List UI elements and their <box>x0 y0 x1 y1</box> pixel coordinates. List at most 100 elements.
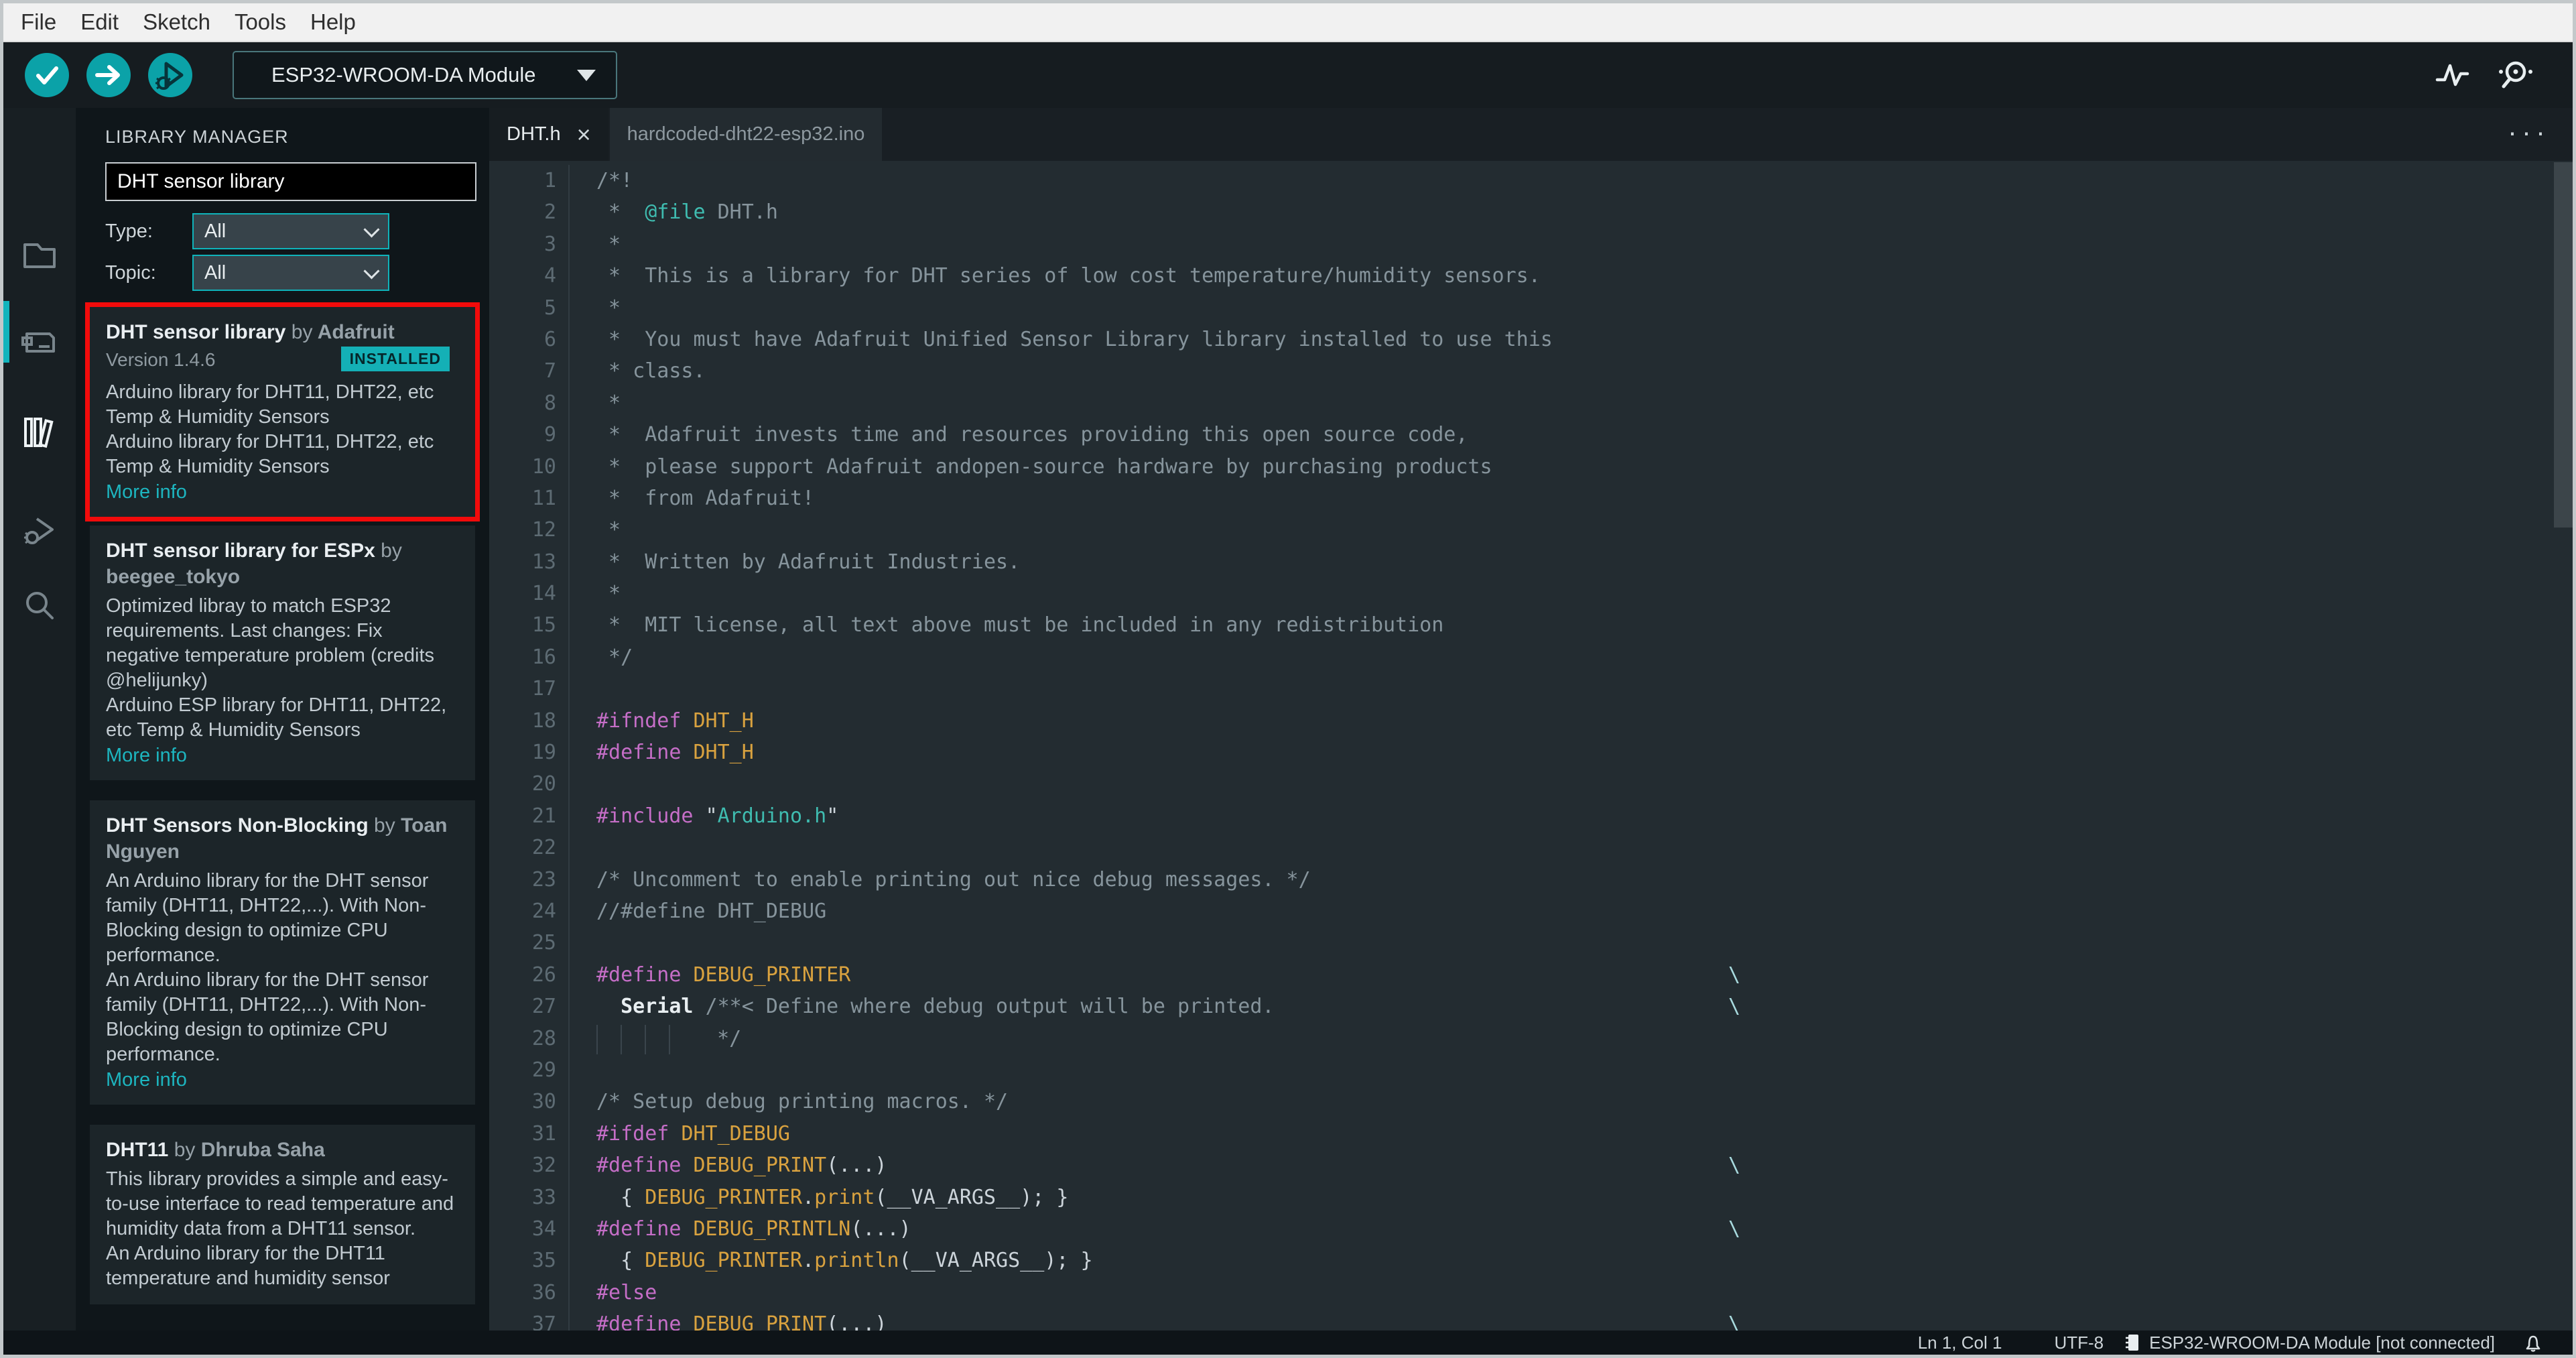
code-line[interactable]: 3 * <box>489 228 2573 261</box>
code-token: * Written by Adafruit Industries. <box>596 550 1021 574</box>
more-info-link[interactable]: More info <box>106 481 459 503</box>
code-token: /*! <box>596 169 633 192</box>
code-line[interactable]: 13 * Written by Adafruit Industries. <box>489 546 2573 578</box>
library-search-input[interactable] <box>105 162 476 201</box>
code-line[interactable]: 33 { DEBUG_PRINTER.print(__VA_ARGS__); } <box>489 1181 2573 1213</box>
code-line[interactable]: 34 #define DEBUG_PRINTLN(...) \ <box>489 1213 2573 1245</box>
editor-scrollbar[interactable] <box>2554 162 2573 1331</box>
code-line[interactable]: 1 /*! <box>489 165 2573 197</box>
cursor-position: Ln 1, Col 1 <box>1917 1332 2002 1353</box>
sidebar-item-boards-manager[interactable] <box>3 306 76 379</box>
menu-file[interactable]: File <box>9 9 68 35</box>
code-token: #define <box>596 1312 694 1331</box>
code-line[interactable]: 22 <box>489 832 2573 864</box>
caret-down-icon <box>577 69 596 81</box>
code-line[interactable]: 21 #include "Arduino.h" <box>489 800 2573 832</box>
code-line[interactable]: 25 <box>489 927 2573 959</box>
code-line[interactable]: 7 * class. <box>489 355 2573 387</box>
library-description: Arduino library for DHT11, DHT22, etc Te… <box>106 380 459 479</box>
scrollbar-thumb[interactable] <box>2554 162 2573 528</box>
code-line[interactable]: 35 { DEBUG_PRINTER.println(__VA_ARGS__);… <box>489 1245 2573 1277</box>
code-line[interactable]: 29 <box>489 1054 2573 1087</box>
code-token: #ifdef <box>596 1121 682 1146</box>
indent-guide <box>645 1024 669 1054</box>
code-line[interactable]: 17 <box>489 673 2573 705</box>
line-number: 13 <box>489 546 570 578</box>
tab-close-icon[interactable]: × <box>577 122 591 147</box>
library-entry[interactable]: DHT sensor library for ESPx by beegee_to… <box>90 526 475 780</box>
tab-hardcoded-dht22-esp32-ino[interactable]: hardcoded-dht22-esp32.ino <box>609 108 883 161</box>
board-status[interactable]: ESP32-WROOM-DA Module [not connected] <box>2149 1333 2495 1353</box>
line-number: 12 <box>489 514 570 546</box>
code-line[interactable]: 10 * please support Adafruit andopen-sou… <box>489 450 2573 483</box>
code-line[interactable]: 11 * from Adafruit! <box>489 482 2573 515</box>
more-info-link[interactable]: More info <box>106 1069 459 1091</box>
code-lines: 1/*! 2 * @file DHT.h 3 * 4 * This is a libr… <box>489 161 2573 1331</box>
verify-button[interactable] <box>25 53 69 97</box>
line-number: 21 <box>489 800 570 832</box>
line-continuation: \ <box>1728 1312 1741 1331</box>
code-line[interactable]: 12 * <box>489 514 2573 546</box>
description-paragraph: An Arduino library for the DHT11 tempera… <box>106 1243 390 1289</box>
code-line[interactable]: 24 //#define DHT_DEBUG <box>489 895 2573 928</box>
code-line[interactable]: 8 * <box>489 387 2573 420</box>
library-entry[interactable]: DHT sensor library by Adafruit Version 1.… <box>90 307 475 517</box>
code-line[interactable]: 27 Serial /**< Define where debug output… <box>489 991 2573 1023</box>
code-line[interactable]: 30 /* Setup debug printing macros. */ <box>489 1086 2573 1118</box>
arrow-right-icon <box>86 53 131 97</box>
menu-sketch[interactable]: Sketch <box>131 9 222 35</box>
code-line[interactable]: 20 <box>489 768 2573 800</box>
code-token: DEBUG_PRINT <box>693 1312 827 1331</box>
more-info-link[interactable]: More info <box>106 745 459 767</box>
topic-filter-select[interactable]: All <box>192 255 389 291</box>
tab-dht-h[interactable]: DHT.h × <box>489 108 608 161</box>
code-line[interactable]: 16 */ <box>489 641 2573 674</box>
menu-help[interactable]: Help <box>298 9 368 35</box>
board-selector[interactable]: ESP32-WROOM-DA Module <box>233 51 617 99</box>
serial-monitor-button[interactable] <box>2496 58 2535 92</box>
type-filter-select[interactable]: All <box>192 213 389 249</box>
library-entry[interactable]: DHT11 by Dhruba Saha This library provide… <box>90 1125 475 1304</box>
line-number: 8 <box>489 387 570 420</box>
library-name: DHT11 <box>106 1139 169 1161</box>
code-line[interactable]: 9 * Adafruit invests time and resources … <box>489 419 2573 451</box>
library-entry[interactable]: DHT Sensors Non-Blocking by Toan Nguyen A… <box>90 800 475 1105</box>
code-line[interactable]: 6 * You must have Adafruit Unified Senso… <box>489 323 2573 356</box>
line-number: 37 <box>489 1308 570 1331</box>
description-paragraph: Arduino library for DHT11, DHT22, etc Te… <box>106 381 434 428</box>
code-line[interactable]: 4 * This is a library for DHT series of … <box>489 260 2573 292</box>
code-line[interactable]: 31 #ifdef DHT_DEBUG <box>489 1117 2573 1150</box>
sidebar-item-library-manager[interactable] <box>3 396 76 470</box>
debug-button[interactable] <box>148 53 192 97</box>
line-number: 10 <box>489 450 570 483</box>
code-token: Serial <box>621 995 694 1019</box>
code-line[interactable]: 19 #define DHT_H <box>489 737 2573 769</box>
tab-overflow-menu-icon[interactable]: ··· <box>2508 116 2550 148</box>
menu-edit[interactable]: Edit <box>68 9 131 35</box>
serial-plotter-button[interactable] <box>2435 60 2469 90</box>
sidebar-item-sketchbook[interactable] <box>3 219 76 292</box>
sidebar-item-debug[interactable] <box>3 493 76 567</box>
code-line[interactable]: 32 #define DEBUG_PRINT(...) \ <box>489 1150 2573 1182</box>
code-editor[interactable]: 1/*! 2 * @file DHT.h 3 * 4 * This is a libr… <box>489 161 2573 1331</box>
sidebar-item-search[interactable] <box>3 569 76 643</box>
code-line[interactable]: 15 * MIT license, all text above must be… <box>489 609 2573 641</box>
library-author: Adafruit <box>317 321 395 343</box>
code-token: */ <box>693 1026 742 1050</box>
code-line[interactable]: 5 * <box>489 292 2573 324</box>
menu-tools[interactable]: Tools <box>222 9 298 35</box>
code-line[interactable]: 14 * <box>489 578 2573 610</box>
notifications-bell-icon[interactable] <box>2523 1332 2543 1353</box>
code-token: DEBUG_PRINTLN <box>693 1217 851 1241</box>
code-line[interactable]: 26 #define DEBUG_PRINTER \ <box>489 959 2573 991</box>
line-number: 24 <box>489 895 570 928</box>
code-line[interactable]: 18 #ifndef DHT_H <box>489 704 2573 737</box>
code-line[interactable]: 2 * @file DHT.h <box>489 196 2573 229</box>
code-line[interactable]: 37 #define DEBUG_PRINT(...) \ <box>489 1308 2573 1331</box>
code-line[interactable]: 28 */ <box>489 1022 2573 1054</box>
code-line[interactable]: 23 /* Uncomment to enable printing out ni… <box>489 863 2573 896</box>
upload-button[interactable] <box>86 53 131 97</box>
code-token: DEBUG_PRINTER <box>645 1185 803 1209</box>
code-line[interactable]: 36 #else <box>489 1276 2573 1309</box>
